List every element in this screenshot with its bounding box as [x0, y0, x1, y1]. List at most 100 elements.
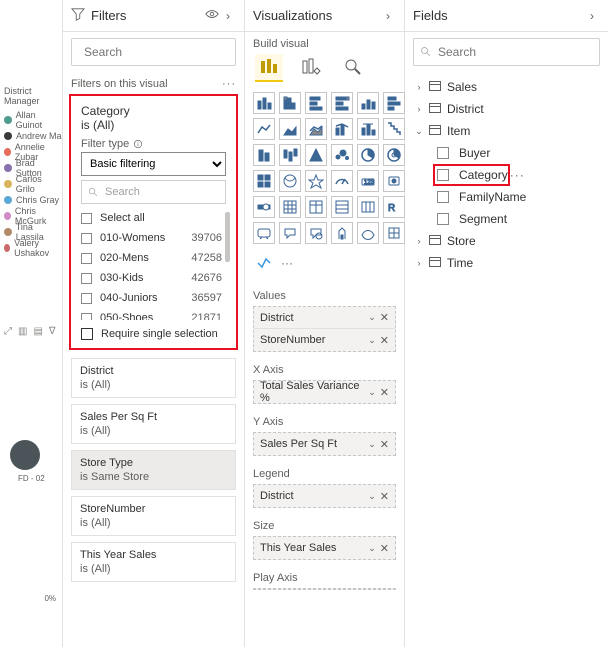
- legend-item[interactable]: Allan Guinot: [0, 112, 62, 128]
- chevron-down-icon[interactable]: ⌄: [368, 387, 376, 398]
- chevron-right-icon[interactable]: ›: [413, 104, 425, 114]
- viz-type-button[interactable]: [383, 222, 405, 244]
- chevron-down-icon[interactable]: ⌄: [368, 543, 376, 554]
- info-icon[interactable]: [133, 139, 143, 149]
- visual-header-icons[interactable]: ⤢▥▤∇⋯: [4, 326, 63, 337]
- checkbox-icon[interactable]: [437, 169, 449, 181]
- remove-icon[interactable]: ✕: [380, 334, 389, 347]
- filters-search[interactable]: [71, 38, 236, 66]
- more-icon[interactable]: ···: [222, 78, 236, 90]
- viz-type-button[interactable]: [253, 196, 275, 218]
- viz-type-button[interactable]: [253, 118, 275, 140]
- remove-icon[interactable]: ✕: [380, 542, 389, 555]
- field-item-highlighted[interactable]: Category: [433, 164, 510, 186]
- field-item[interactable]: Buyer: [409, 142, 604, 164]
- require-single-selection[interactable]: Require single selection: [81, 328, 226, 340]
- filter-value-row[interactable]: 010-Womens39706: [81, 228, 232, 248]
- checkbox-icon[interactable]: [81, 328, 93, 340]
- filter-card[interactable]: StoreNumberis (All): [71, 496, 236, 536]
- viz-type-button[interactable]: [383, 92, 405, 114]
- fields-search-input[interactable]: [438, 45, 593, 59]
- chevron-down-icon[interactable]: ⌄: [368, 491, 376, 502]
- filters-search-input[interactable]: [84, 45, 239, 59]
- table-node[interactable]: ›Time: [409, 252, 604, 274]
- remove-icon[interactable]: ✕: [380, 386, 389, 399]
- viz-type-button[interactable]: [331, 92, 353, 114]
- chevron-down-icon[interactable]: ⌄: [368, 439, 376, 450]
- field-well[interactable]: [253, 588, 396, 590]
- field-well[interactable]: This Year Sales⌄✕: [253, 536, 396, 560]
- filter-card[interactable]: Store Typeis Same Store: [71, 450, 236, 490]
- viz-type-button[interactable]: [253, 222, 275, 244]
- checkbox-icon[interactable]: [81, 293, 92, 304]
- filter-value-row[interactable]: Select all: [81, 208, 232, 228]
- collapse-icon[interactable]: ›: [220, 9, 236, 23]
- field-well-item[interactable]: StoreNumber⌄✕: [254, 329, 395, 351]
- viz-type-button[interactable]: [253, 92, 275, 114]
- filter-value-row[interactable]: 030-Kids42676: [81, 268, 232, 288]
- table-node[interactable]: ›Store: [409, 230, 604, 252]
- viz-type-button[interactable]: [279, 170, 301, 192]
- collapse-icon[interactable]: ›: [584, 9, 600, 23]
- viz-type-button[interactable]: [357, 118, 379, 140]
- remove-icon[interactable]: ✕: [380, 490, 389, 503]
- viz-type-button[interactable]: [305, 144, 327, 166]
- checkbox-icon[interactable]: [81, 313, 92, 321]
- viz-type-button[interactable]: [357, 92, 379, 114]
- chevron-right-icon[interactable]: ›: [413, 236, 425, 246]
- checkbox-icon[interactable]: [81, 273, 92, 284]
- remove-icon[interactable]: ✕: [380, 311, 389, 324]
- viz-type-button[interactable]: [305, 222, 327, 244]
- checkbox-icon[interactable]: [437, 213, 449, 225]
- checkbox-icon[interactable]: [81, 253, 92, 264]
- viz-type-button[interactable]: [357, 196, 379, 218]
- chevron-right-icon[interactable]: ›: [413, 82, 425, 92]
- viz-type-button[interactable]: [383, 170, 405, 192]
- field-well[interactable]: Total Sales Variance %⌄✕: [253, 380, 396, 404]
- filter-value-row[interactable]: 050-Shoes21871: [81, 308, 232, 320]
- checkbox-icon[interactable]: [437, 191, 449, 203]
- field-well-item[interactable]: Sales Per Sq Ft⌄✕: [254, 433, 395, 455]
- viz-type-button[interactable]: [305, 196, 327, 218]
- viz-type-button[interactable]: [357, 144, 379, 166]
- collapse-icon[interactable]: ›: [380, 9, 396, 23]
- table-node[interactable]: ›District: [409, 98, 604, 120]
- viz-type-button[interactable]: [279, 118, 301, 140]
- checkbox-icon[interactable]: [81, 233, 92, 244]
- viz-type-button[interactable]: [357, 222, 379, 244]
- checkbox-icon[interactable]: [437, 147, 449, 159]
- viz-type-button[interactable]: [279, 196, 301, 218]
- viz-type-button[interactable]: [279, 222, 301, 244]
- field-well[interactable]: District⌄✕: [253, 484, 396, 508]
- filter-value-row[interactable]: 040-Juniors36597: [81, 288, 232, 308]
- viz-type-button[interactable]: [383, 118, 405, 140]
- chevron-down-icon[interactable]: ⌄: [413, 126, 425, 137]
- more-icon[interactable]: ···: [510, 168, 531, 182]
- viz-type-button[interactable]: [331, 222, 353, 244]
- viz-type-button[interactable]: [305, 92, 327, 114]
- viz-type-button[interactable]: [253, 144, 275, 166]
- filter-card[interactable]: This Year Salesis (All): [71, 542, 236, 582]
- viz-type-button[interactable]: [305, 170, 327, 192]
- analytics-tab[interactable]: [339, 54, 367, 82]
- table-node[interactable]: ›Sales: [409, 76, 604, 98]
- viz-type-button[interactable]: R: [383, 196, 405, 218]
- chevron-down-icon[interactable]: ⌄: [368, 312, 376, 323]
- checkbox-icon[interactable]: [81, 213, 92, 224]
- chevron-down-icon[interactable]: ⌄: [368, 335, 376, 346]
- legend-item[interactable]: Valery Ushakov: [0, 240, 62, 256]
- filter-type-select[interactable]: Basic filtering: [81, 152, 226, 176]
- filter-value-row[interactable]: 020-Mens47258: [81, 248, 232, 268]
- format-visual-tab[interactable]: [297, 54, 325, 82]
- viz-type-button[interactable]: [279, 144, 301, 166]
- field-well-item[interactable]: This Year Sales⌄✕: [254, 537, 395, 559]
- viz-type-button[interactable]: [331, 170, 353, 192]
- build-visual-tab[interactable]: [255, 54, 283, 82]
- filter-card[interactable]: Sales Per Sq Ftis (All): [71, 404, 236, 444]
- filter-values-search[interactable]: Search: [81, 180, 226, 204]
- filter-card[interactable]: Districtis (All): [71, 358, 236, 398]
- viz-type-extra[interactable]: [253, 252, 275, 274]
- viz-type-button[interactable]: [253, 170, 275, 192]
- fields-search[interactable]: [413, 38, 600, 66]
- field-well-item[interactable]: District⌄✕: [254, 307, 395, 329]
